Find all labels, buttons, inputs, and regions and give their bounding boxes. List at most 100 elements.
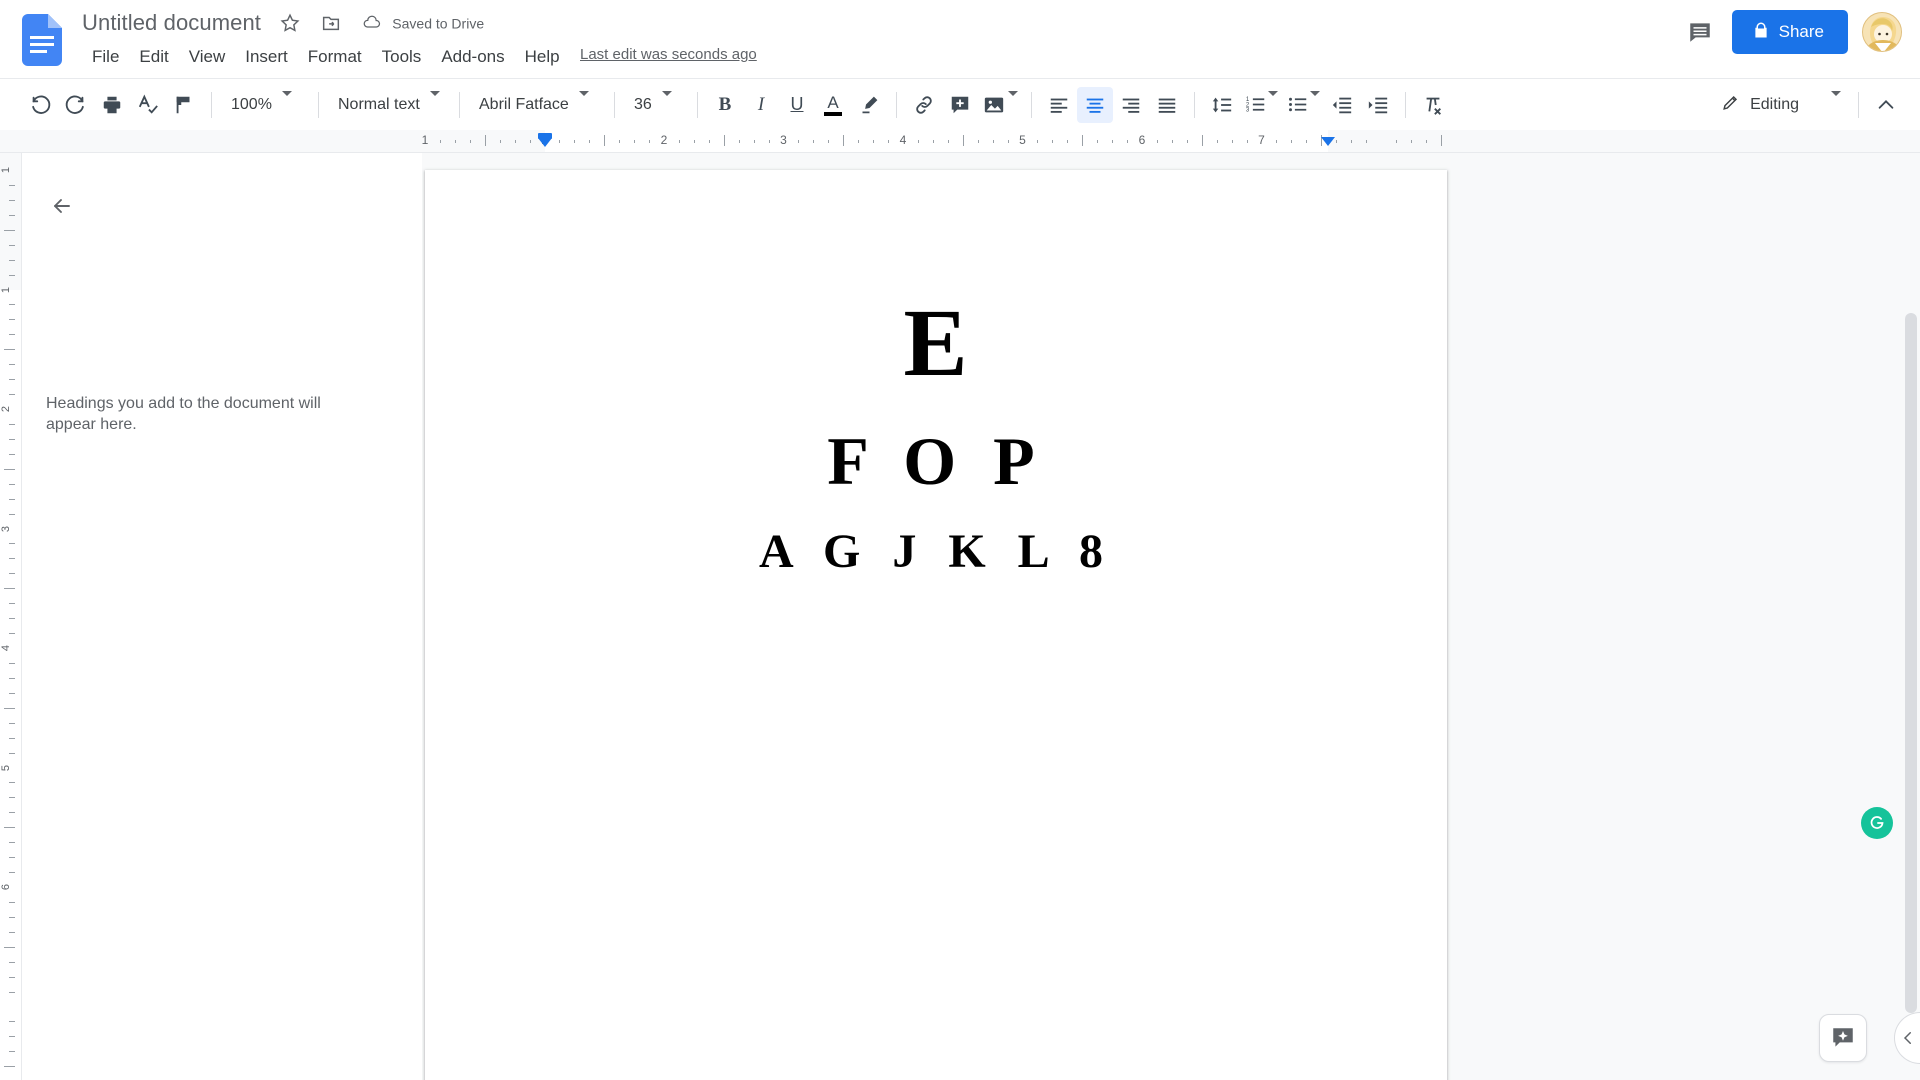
- toolbar-divider: [614, 92, 615, 118]
- print-icon[interactable]: [94, 87, 130, 123]
- ruler-tick: [500, 140, 501, 143]
- star-icon[interactable]: [279, 12, 301, 34]
- horizontal-ruler-track: 11234567: [0, 130, 1920, 152]
- document-title[interactable]: Untitled document: [82, 8, 261, 38]
- align-center-icon[interactable]: [1077, 87, 1113, 123]
- document-page[interactable]: E F O P A G J K L 8: [425, 170, 1447, 1080]
- vruler-tick: [9, 185, 15, 186]
- vruler-tick: [9, 1051, 15, 1052]
- add-comment-icon[interactable]: [942, 87, 978, 123]
- menu-add-ons[interactable]: Add-ons: [431, 42, 514, 72]
- font-family-value: Abril Fatface: [479, 96, 569, 114]
- move-to-folder-icon[interactable]: [320, 12, 342, 34]
- editing-mode-button[interactable]: Editing: [1709, 87, 1849, 123]
- vruler-tick: [9, 454, 15, 455]
- paint-format-icon[interactable]: [166, 87, 202, 123]
- google-docs-logo[interactable]: [22, 14, 62, 66]
- text-color-button[interactable]: A: [815, 87, 851, 123]
- vruler-tick: [9, 693, 15, 694]
- font-size-dropdown[interactable]: 36: [624, 88, 688, 122]
- vruler-tick: [9, 319, 15, 320]
- grammarly-icon[interactable]: [1861, 807, 1893, 839]
- vruler-number: 2: [0, 406, 12, 412]
- explore-button[interactable]: [1819, 1014, 1867, 1062]
- user-avatar[interactable]: [1862, 12, 1902, 52]
- vruler-tick: [9, 962, 15, 963]
- chevron-up-icon[interactable]: [1868, 87, 1904, 123]
- ruler-tick: [1247, 140, 1248, 143]
- menu-view[interactable]: View: [179, 42, 236, 72]
- undo-icon[interactable]: [22, 87, 58, 123]
- ruler-tick: [604, 135, 605, 146]
- ruler-tick: [754, 140, 755, 143]
- bold-button[interactable]: B: [707, 87, 743, 123]
- scrollbar-thumb[interactable]: [1905, 313, 1917, 1013]
- vruler-tick: [9, 439, 15, 440]
- decrease-indent-icon[interactable]: [1324, 87, 1360, 123]
- insert-image-icon[interactable]: [978, 87, 1022, 123]
- menu-file[interactable]: File: [82, 42, 129, 72]
- paragraph-style-value: Normal text: [338, 96, 420, 114]
- redo-icon[interactable]: [58, 87, 94, 123]
- menu-insert[interactable]: Insert: [235, 42, 298, 72]
- vruler-number: 4: [0, 645, 12, 651]
- chevron-down-icon: [662, 96, 672, 114]
- eye-chart-line-1: E: [521, 286, 1351, 399]
- save-status[interactable]: Saved to Drive: [362, 12, 484, 35]
- spellcheck-icon[interactable]: [130, 87, 166, 123]
- top-bar: Untitled document Saved to Drive File Ed…: [0, 0, 1920, 78]
- italic-button[interactable]: I: [743, 87, 779, 123]
- toolbar-divider: [697, 92, 698, 118]
- comment-icon[interactable]: [1682, 14, 1718, 50]
- vruler-tick: [9, 394, 15, 395]
- menu-edit[interactable]: Edit: [129, 42, 178, 72]
- cloud-saved-icon: [362, 12, 382, 35]
- ruler-tick: [1291, 140, 1292, 143]
- highlight-pen-icon[interactable]: [851, 87, 887, 123]
- vruler-number: 3: [0, 525, 12, 531]
- lock-icon: [1752, 21, 1770, 44]
- font-family-dropdown[interactable]: Abril Fatface: [469, 88, 605, 122]
- ruler-number: 4: [900, 133, 907, 147]
- vruler-tick: [9, 633, 15, 634]
- ruler-number: 2: [661, 133, 668, 147]
- left-indent-marker-triangle[interactable]: [538, 138, 552, 147]
- menu-tools[interactable]: Tools: [372, 42, 432, 72]
- underline-button[interactable]: U: [779, 87, 815, 123]
- underline-label: U: [791, 94, 804, 115]
- document-text-body[interactable]: E F O P A G J K L 8: [521, 266, 1351, 580]
- back-arrow-icon[interactable]: [44, 188, 80, 224]
- clear-formatting-icon[interactable]: [1415, 87, 1451, 123]
- ruler-tick: [515, 140, 516, 143]
- ruler-tick: [589, 140, 590, 143]
- increase-indent-icon[interactable]: [1360, 87, 1396, 123]
- vruler-tick: [9, 812, 15, 813]
- align-left-icon[interactable]: [1041, 87, 1077, 123]
- bulleted-list-icon[interactable]: [1282, 87, 1324, 123]
- ruler-tick: [873, 140, 874, 143]
- horizontal-ruler[interactable]: 11234567: [0, 130, 1920, 153]
- ruler-number: 7: [1258, 133, 1265, 147]
- collapse-panel-button[interactable]: [1894, 1012, 1920, 1064]
- insert-link-icon[interactable]: [906, 87, 942, 123]
- ruler-tick: [858, 140, 859, 143]
- toolbar-divider: [896, 92, 897, 118]
- align-right-icon[interactable]: [1113, 87, 1149, 123]
- right-indent-marker[interactable]: [1321, 137, 1335, 146]
- share-button[interactable]: Share: [1732, 10, 1848, 54]
- ruler-tick: [1276, 140, 1277, 143]
- zoom-dropdown[interactable]: 100%: [221, 88, 309, 122]
- ruler-tick: [1396, 140, 1397, 143]
- numbered-list-icon[interactable]: 123: [1240, 87, 1282, 123]
- vruler-tick: [9, 200, 15, 201]
- line-spacing-icon[interactable]: [1204, 87, 1240, 123]
- last-edit-link[interactable]: Last edit was seconds ago: [580, 46, 757, 63]
- menu-format[interactable]: Format: [298, 42, 372, 72]
- toolbar-divider: [1405, 92, 1406, 118]
- toolbar-divider: [1194, 92, 1195, 118]
- vertical-scrollbar[interactable]: [1905, 313, 1917, 1080]
- align-justify-icon[interactable]: [1149, 87, 1185, 123]
- paragraph-style-dropdown[interactable]: Normal text: [328, 88, 450, 122]
- menu-help[interactable]: Help: [515, 42, 570, 72]
- vruler-tick: [9, 782, 15, 783]
